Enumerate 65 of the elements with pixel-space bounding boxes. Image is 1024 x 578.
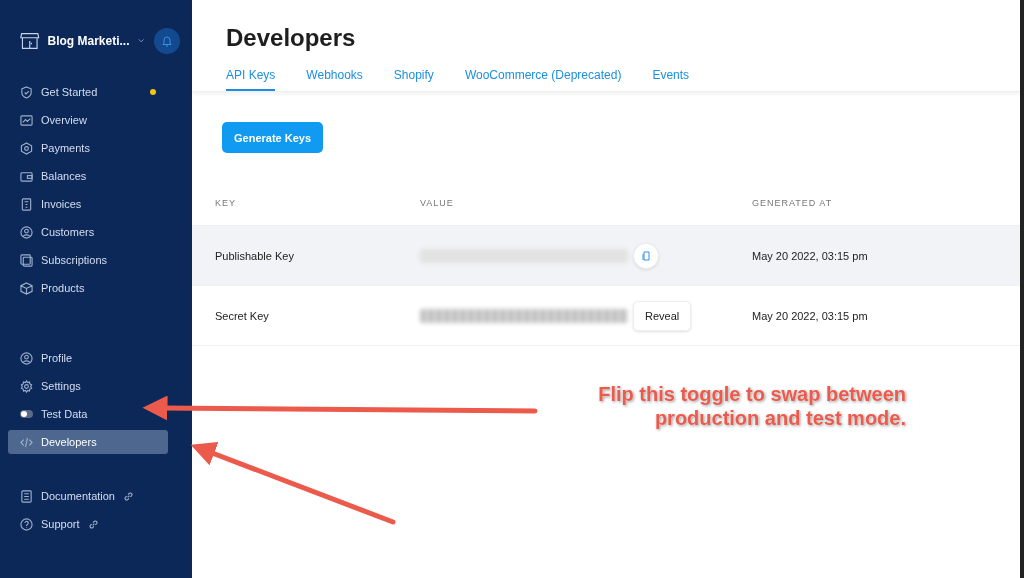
settings-icon bbox=[20, 379, 33, 393]
sidebar-item-label: Payments bbox=[41, 142, 90, 154]
sidebar-item[interactable]: Profile bbox=[8, 346, 168, 370]
sidebar-item[interactable]: Subscriptions bbox=[8, 248, 168, 272]
tab[interactable]: Webhooks bbox=[306, 68, 363, 91]
sidebar-item-label: Developers bbox=[41, 436, 97, 448]
account-name[interactable]: Blog Marketi... bbox=[47, 34, 130, 48]
bell-icon bbox=[162, 35, 172, 47]
table-cell-text: May 20 2022, 03:15 pm bbox=[752, 309, 869, 322]
sidebar-item[interactable]: Balances bbox=[8, 164, 168, 188]
sidebar-item-label: Settings bbox=[41, 380, 81, 392]
column-header: GENERATED AT bbox=[752, 198, 834, 208]
box-icon bbox=[20, 281, 33, 295]
sidebar-item[interactable]: Overview bbox=[8, 108, 168, 132]
shield-icon bbox=[20, 85, 33, 99]
sidebar-item-label: Invoices bbox=[41, 198, 82, 210]
column-header: VALUE bbox=[420, 198, 455, 208]
person-icon bbox=[20, 225, 33, 239]
toggle-switch[interactable] bbox=[20, 410, 33, 418]
person-icon bbox=[20, 351, 33, 365]
code-icon bbox=[20, 435, 33, 449]
tab[interactable]: API Keys bbox=[226, 68, 276, 91]
wallet-icon bbox=[20, 169, 33, 183]
help-icon bbox=[20, 517, 33, 531]
tab[interactable]: WooCommerce (Deprecated) bbox=[464, 68, 622, 91]
link-icon bbox=[87, 518, 99, 530]
annotation-text: Flip this toggle to swap between production and test mode. bbox=[597, 382, 906, 430]
sidebar-item-label: Balances bbox=[41, 170, 87, 182]
sidebar-item[interactable]: Customers bbox=[8, 220, 168, 244]
chart-icon bbox=[20, 113, 33, 127]
store-icon bbox=[20, 30, 40, 52]
notifications-button[interactable] bbox=[154, 28, 180, 54]
invoice-icon bbox=[20, 197, 33, 211]
sidebar-link-label: Support bbox=[41, 518, 80, 530]
stacked-cards-icon bbox=[20, 253, 33, 267]
sidebar-link[interactable]: Documentation bbox=[8, 484, 168, 508]
sidebar-link-label: Documentation bbox=[41, 490, 115, 502]
copy-icon bbox=[642, 250, 650, 261]
sidebar-item[interactable]: Developers bbox=[8, 430, 168, 454]
sidebar-item[interactable]: Invoices bbox=[8, 192, 168, 216]
page-title: Developers bbox=[226, 24, 357, 52]
sidebar-item-label: Test Data bbox=[41, 408, 88, 420]
tab[interactable]: Shopify bbox=[393, 68, 434, 91]
table-cell-text: Secret Key bbox=[215, 309, 270, 322]
document-icon bbox=[20, 489, 33, 503]
reveal-button[interactable]: Reveal bbox=[633, 300, 692, 331]
sidebar-item[interactable]: Payments bbox=[8, 136, 168, 160]
chevron-down-icon[interactable] bbox=[137, 38, 144, 44]
table-cell-text: May 20 2022, 03:15 pm bbox=[752, 249, 869, 262]
link-icon bbox=[123, 490, 134, 502]
sidebar-item[interactable]: Settings bbox=[8, 374, 168, 398]
column-header: KEY bbox=[215, 198, 237, 208]
sidebar-item[interactable]: Products bbox=[8, 276, 168, 300]
sidebar-item[interactable]: Test Data bbox=[8, 402, 168, 426]
coin-icon bbox=[20, 141, 33, 155]
sidebar-item[interactable]: Get Started bbox=[8, 80, 168, 104]
table-cell-text: Publishable Key bbox=[215, 249, 295, 262]
sidebar-item-label: Profile bbox=[41, 352, 73, 364]
tab[interactable]: Events bbox=[652, 68, 690, 91]
sidebar-item-label: Products bbox=[41, 282, 85, 294]
sidebar-item-label: Subscriptions bbox=[41, 254, 108, 266]
sidebar-item-label: Overview bbox=[41, 114, 87, 126]
sidebar-item-label: Get Started bbox=[41, 86, 98, 98]
sidebar-item-label: Customers bbox=[41, 226, 95, 238]
sidebar-link[interactable]: Support bbox=[8, 512, 168, 536]
